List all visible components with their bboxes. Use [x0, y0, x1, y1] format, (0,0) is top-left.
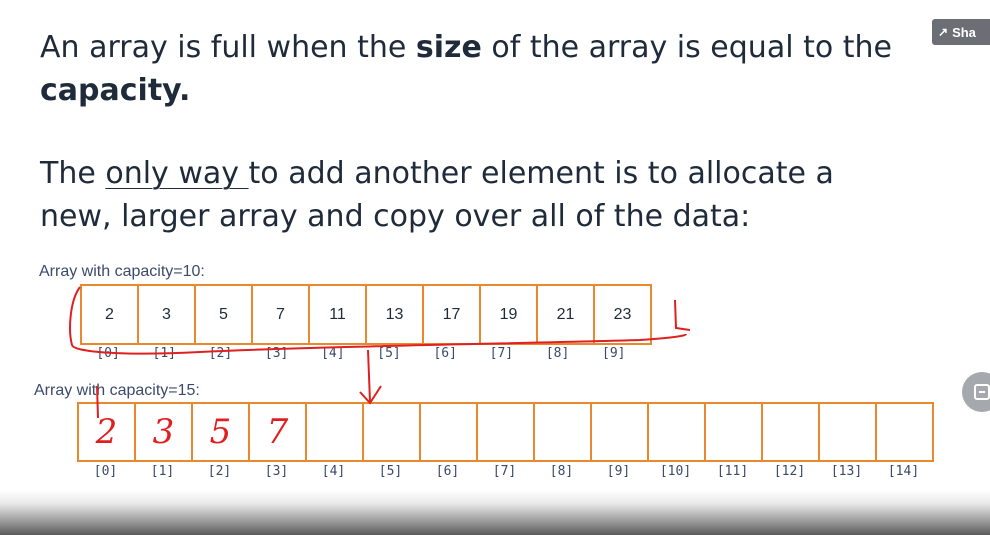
new-array-indices: [0] [1] [2] [3] [4] [5] [6] [7] [8] [9] [10] [11] [1…: [77, 464, 932, 479]
text-segment: of the array is equal to the: [481, 30, 892, 65]
index-label: [8]: [549, 464, 574, 479]
watch-later-icon: [974, 384, 990, 400]
text-segment: The: [40, 156, 106, 191]
array-cell: 7: [251, 284, 310, 345]
new-array: 2357: [77, 402, 934, 462]
cell-value: 19: [499, 305, 518, 323]
array-cell: 13: [365, 284, 424, 345]
index-label: [5]: [378, 464, 403, 479]
index-label: [2]: [208, 346, 233, 361]
index-label: [7]: [492, 464, 517, 479]
array-cell: [305, 402, 364, 462]
cell-value: 3: [152, 412, 175, 452]
index-label: [2]: [207, 464, 232, 479]
bracket-mark: [674, 299, 691, 331]
index-label: [7]: [489, 346, 514, 361]
index-label: [0]: [93, 464, 118, 479]
cell-value: 21: [556, 305, 575, 323]
share-label: Sha: [952, 24, 976, 40]
cell-value: 7: [276, 305, 285, 323]
cell-value: 23: [613, 305, 632, 323]
index-label: [3]: [264, 464, 289, 479]
text-segment: .: [178, 73, 191, 108]
array-cell: 19: [479, 284, 538, 345]
share-button[interactable]: ↗ Sha: [932, 19, 990, 45]
array-cell: 17: [422, 284, 481, 345]
array-cell: [362, 402, 421, 462]
watch-later-button[interactable]: [962, 372, 990, 412]
cell-value: 17: [442, 305, 461, 323]
share-icon: ↗: [938, 25, 949, 39]
array-cell: [476, 402, 535, 462]
array-cell: [875, 402, 934, 462]
array-cell: 5: [194, 284, 253, 345]
index-label: [8]: [545, 346, 570, 361]
array-cell: [590, 402, 649, 462]
array-cell: [818, 402, 877, 462]
cell-value: 5: [209, 412, 232, 452]
index-label: [1]: [150, 464, 175, 479]
cell-value: 3: [162, 305, 171, 323]
array-cell: 2: [77, 402, 136, 462]
player-bottom-bar: [0, 490, 990, 535]
index-label: [6]: [435, 464, 460, 479]
array-cell: 11: [308, 284, 367, 345]
index-label: [0]: [96, 346, 120, 361]
new-array-label: Array with capacity=15:: [34, 382, 200, 399]
slide-line-1: An array is full when the size of the ar…: [40, 26, 892, 69]
array-cell: 23: [593, 284, 652, 345]
cell-value: 11: [329, 305, 346, 323]
slide-line-3: The only way to add another element is t…: [40, 152, 834, 195]
array-cell: 3: [134, 402, 193, 462]
underlined-only-way: only way: [105, 156, 249, 191]
index-label: [6]: [433, 346, 457, 361]
index-label: [14]: [887, 464, 920, 479]
array-cell: 7: [248, 402, 307, 462]
old-array-label: Array with capacity=10:: [39, 263, 205, 280]
array-cell: [647, 402, 706, 462]
array-cell: 3: [137, 284, 196, 345]
array-cell: [704, 402, 763, 462]
index-label: [1]: [152, 346, 177, 361]
array-cell: 5: [191, 402, 250, 462]
slide-line-4: new, larger array and copy over all of t…: [40, 199, 751, 234]
cell-value: 2: [105, 305, 114, 323]
cell-value: 2: [95, 412, 118, 452]
array-cell: [419, 402, 478, 462]
index-label: [3]: [264, 346, 289, 361]
text-segment: An array is full when the: [40, 30, 416, 65]
index-label: [5]: [377, 346, 401, 361]
index-label: [4]: [321, 346, 345, 361]
cell-value: 13: [385, 305, 404, 323]
text-segment: to add another element is to allocate a: [248, 156, 834, 191]
array-cell: [761, 402, 820, 462]
array-cell: [533, 402, 592, 462]
bold-size: size: [415, 30, 482, 65]
index-label: [12]: [773, 464, 806, 479]
cell-value: 5: [219, 305, 228, 323]
array-cell: 21: [536, 284, 595, 345]
index-label: [4]: [321, 464, 346, 479]
array-cell: 2: [80, 284, 139, 345]
index-label: [13]: [830, 464, 863, 479]
index-label: [9]: [602, 346, 626, 361]
index-label: [9]: [606, 464, 631, 479]
old-array: 2 3 5 7 11 13 17 19 21 23: [80, 284, 652, 345]
slide-line-2: capacity.: [40, 69, 190, 112]
bold-capacity: capacity: [40, 73, 179, 108]
index-label: [10]: [659, 464, 692, 479]
cell-value: 7: [266, 412, 289, 452]
index-label: [11]: [716, 464, 749, 479]
old-array-indices: [0] [1] [2] [3] [4] [5] [6] [7] [8] [9]: [80, 346, 642, 361]
